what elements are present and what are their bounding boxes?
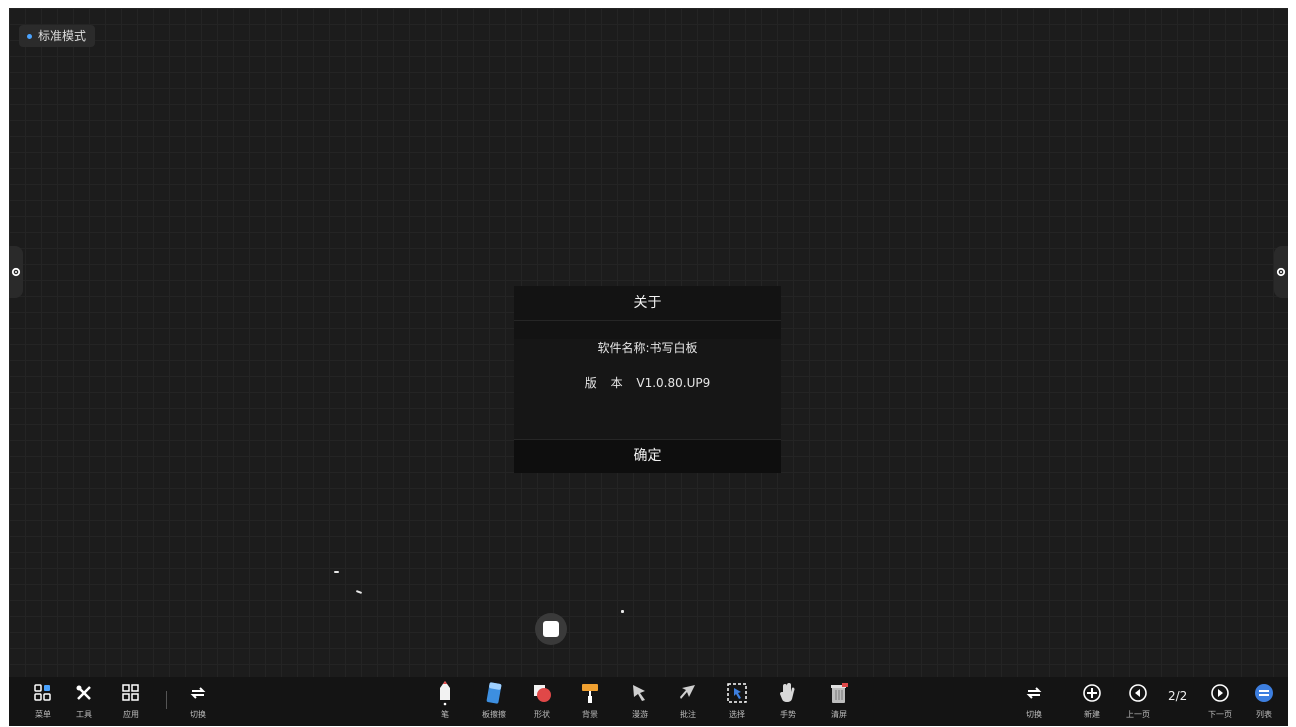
right-settings-tab[interactable]: [1274, 246, 1288, 298]
gear-icon: [1276, 267, 1286, 277]
apps-grid-icon: [122, 684, 139, 701]
mode-badge[interactable]: 标准模式: [19, 25, 96, 47]
left-settings-tab[interactable]: [9, 246, 23, 298]
add-page-icon: [1083, 684, 1101, 702]
new-page-label: 新建: [1084, 710, 1100, 719]
next-page-label: 下一页: [1208, 710, 1232, 719]
tools-label: 工具: [76, 710, 92, 719]
gesture-tool[interactable]: 手势: [769, 679, 807, 723]
switch-icon: [190, 687, 206, 699]
next-page-button[interactable]: 下一页: [1201, 679, 1239, 723]
select-arrow-icon: [633, 685, 645, 701]
box-select-icon: [727, 683, 747, 703]
ink-mark: [355, 590, 363, 594]
switch-label: 切换: [190, 710, 206, 719]
shape-icon: [534, 685, 551, 702]
dialog-body: 软件名称:书写白板 版 本 V1.0.80.UP9: [514, 339, 781, 439]
ink-mark: [621, 610, 624, 613]
floating-stop-button[interactable]: [535, 613, 567, 645]
whiteboard-canvas[interactable]: 标准模式 关于 软件名称:书写白板 版 本 V1.0.80.UP9 确定 菜单 …: [9, 8, 1288, 726]
roam-tool[interactable]: 漫游: [621, 679, 659, 723]
menu-label: 菜单: [35, 710, 51, 719]
background-tool[interactable]: 背景: [571, 679, 609, 723]
pen-tool[interactable]: 笔: [426, 679, 464, 723]
switch-icon: [1026, 687, 1042, 699]
switch-right-label: 切换: [1026, 710, 1042, 719]
prev-page-label: 上一页: [1126, 710, 1150, 719]
apps-button[interactable]: 应用: [112, 679, 150, 723]
page-list-button[interactable]: 列表: [1245, 679, 1283, 723]
prev-page-button[interactable]: 上一页: [1119, 679, 1157, 723]
stop-square-icon: [543, 621, 559, 637]
select-label: 选择: [729, 710, 745, 719]
mode-label: 标准模式: [38, 29, 87, 43]
shape-label: 形状: [534, 710, 550, 719]
clear-label: 清屏: [831, 710, 847, 719]
fill-roller-icon: [582, 684, 598, 703]
eraser-icon: [486, 682, 502, 704]
dialog-title: 关于: [514, 286, 781, 321]
shape-tool[interactable]: 形状: [523, 679, 561, 723]
page-list-label: 列表: [1256, 710, 1272, 719]
mode-dot-icon: [27, 33, 32, 39]
toolbar-divider: [166, 691, 167, 709]
version-text: 版 本 V1.0.80.UP9: [584, 376, 711, 390]
ink-mark: [334, 571, 339, 573]
prev-page-icon: [1129, 684, 1147, 702]
background-label: 背景: [582, 710, 598, 719]
switch-button-right[interactable]: 切换: [1015, 679, 1053, 723]
menu-button[interactable]: 菜单: [24, 679, 62, 723]
gesture-label: 手势: [780, 710, 796, 719]
trash-icon: [831, 683, 848, 703]
tools-icon: [76, 685, 91, 700]
switch-button-left[interactable]: 切换: [179, 679, 217, 723]
pen-label: 笔: [441, 710, 449, 719]
roam-label: 漫游: [632, 710, 648, 719]
about-dialog: 关于 软件名称:书写白板 版 本 V1.0.80.UP9 确定: [514, 286, 781, 473]
tools-button[interactable]: 工具: [65, 679, 103, 723]
gear-icon: [11, 267, 21, 277]
page-indicator: 2/2: [1168, 689, 1188, 703]
next-page-icon: [1211, 684, 1229, 702]
menu-grid-icon: [34, 684, 51, 701]
annotate-label: 批注: [680, 710, 696, 719]
select-tool[interactable]: 选择: [718, 679, 756, 723]
eraser-tool[interactable]: 板擦擦: [475, 679, 513, 723]
confirm-button[interactable]: 确定: [514, 439, 781, 473]
apps-label: 应用: [123, 710, 139, 719]
eraser-label: 板擦擦: [482, 710, 506, 719]
bottom-toolbar: 菜单 工具 应用 切换 笔 板擦擦 形状 背景 漫游 批注 选择 手势 清屏 切…: [9, 677, 1288, 726]
page-list-icon: [1255, 684, 1273, 702]
software-name-text: 软件名称:书写白板: [597, 341, 698, 355]
pen-icon: [440, 681, 450, 706]
new-page-button[interactable]: 新建: [1073, 679, 1111, 723]
hand-icon: [780, 683, 795, 702]
clear-tool[interactable]: 清屏: [820, 679, 858, 723]
pointer-arrow-icon: [680, 685, 695, 699]
annotate-tool[interactable]: 批注: [669, 679, 707, 723]
